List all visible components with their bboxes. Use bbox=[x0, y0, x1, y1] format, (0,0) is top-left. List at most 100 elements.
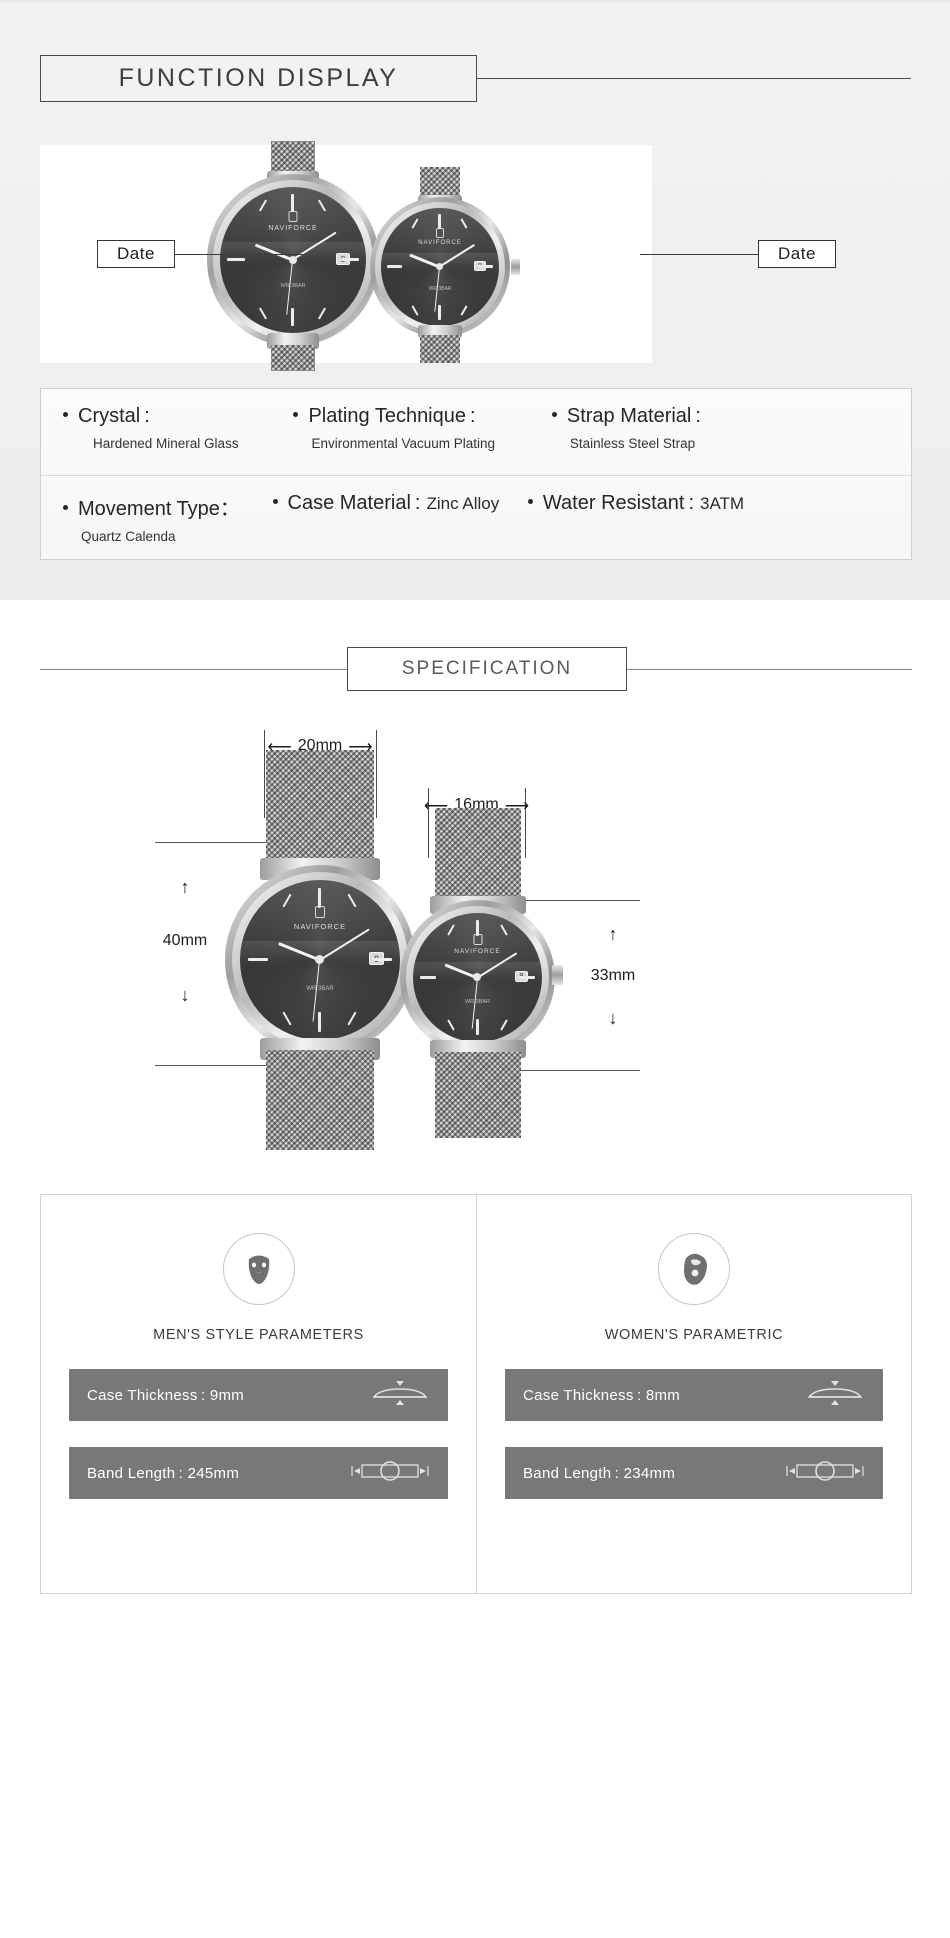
top-edge-divider bbox=[0, 0, 950, 4]
specification-title: SPECIFICATION bbox=[401, 658, 573, 679]
mens-case-height-dimension: ↑ 40mm ↓ bbox=[150, 878, 220, 1004]
bullet-icon bbox=[63, 505, 68, 510]
crown-icon bbox=[511, 259, 520, 275]
womens-watch-diagram: NAVIFORCE WR 3BAR 8 bbox=[400, 808, 563, 1138]
hour-index bbox=[460, 218, 468, 229]
beard-man-icon bbox=[222, 1233, 295, 1305]
crown-icon bbox=[552, 965, 563, 985]
spec-label: Plating Technique : bbox=[308, 405, 476, 427]
mesh-band-top bbox=[266, 750, 374, 865]
specification-header: SPECIFICATION bbox=[0, 647, 950, 691]
hour-index bbox=[258, 307, 268, 320]
hands-pin bbox=[473, 973, 481, 981]
hour-index bbox=[291, 308, 294, 326]
minute-hand bbox=[438, 243, 476, 268]
bullet-icon bbox=[63, 412, 68, 417]
hour-index bbox=[318, 1012, 321, 1032]
arrow-up-icon: ↑ bbox=[608, 924, 618, 944]
bullet-icon bbox=[272, 499, 278, 504]
hour-index bbox=[438, 214, 441, 229]
mesh-band-top bbox=[434, 808, 521, 903]
mens-case-diameter-label: 40mm bbox=[162, 932, 208, 949]
dial-brand-text: NAVIFORCE bbox=[454, 948, 501, 955]
date-window: 8 bbox=[474, 261, 486, 271]
hour-index bbox=[341, 258, 359, 261]
mesh-band-bottom bbox=[271, 345, 315, 371]
band-length-icon bbox=[348, 1456, 432, 1490]
naviforce-logo-icon bbox=[436, 228, 444, 238]
hour-index bbox=[438, 305, 441, 320]
product-detail-page: FUNCTION DISPLAY NAVIFORCE WR 3BAR 8 NAV… bbox=[0, 0, 950, 1938]
band-length-icon bbox=[783, 1456, 867, 1490]
material-spec-table: Crystal : Hardened Mineral Glass Plating… bbox=[40, 388, 912, 560]
spec-item-strap-material: Strap Material : Stainless Steel Strap bbox=[540, 389, 911, 475]
hour-index bbox=[447, 1019, 455, 1031]
date-callout-left: Date bbox=[97, 240, 175, 268]
spec-label: Water Resistant : bbox=[542, 492, 695, 514]
date-callout-right: Date bbox=[758, 240, 836, 268]
minute-hand bbox=[476, 952, 518, 979]
womens-band-length-label: Band Length : 234mm bbox=[523, 1464, 676, 1482]
mens-watch-diagram: NAVIFORCE WR 3BAR 8 bbox=[225, 750, 415, 1150]
hour-hand bbox=[444, 963, 479, 980]
mesh-band-bottom bbox=[420, 335, 460, 363]
womens-watch-illustration: NAVIFORCE WR 3BAR 8 bbox=[360, 167, 520, 363]
parameter-cards: MEN'S STYLE PARAMETERS Case Thickness : … bbox=[40, 1194, 912, 1594]
date-window: 8 bbox=[336, 253, 350, 265]
dial-wr-text: WR 3BAR bbox=[280, 283, 306, 289]
bullet-icon bbox=[527, 499, 533, 504]
mens-parameter-card: MEN'S STYLE PARAMETERS Case Thickness : … bbox=[41, 1195, 476, 1593]
bullet-icon bbox=[551, 412, 557, 417]
womens-case-thickness-row: Case Thickness : 8mm bbox=[505, 1369, 883, 1421]
mens-case-thickness-label: Case Thickness : 9mm bbox=[87, 1386, 245, 1404]
dial-brand-text: NAVIFORCE bbox=[268, 225, 318, 232]
dial-wr-text: WR 3BAR bbox=[306, 986, 334, 992]
arrow-down-icon: ↓ bbox=[180, 985, 190, 1005]
hour-hand bbox=[278, 942, 321, 962]
header-rule-left bbox=[40, 669, 347, 670]
naviforce-logo-icon bbox=[288, 211, 298, 222]
hands-pin bbox=[315, 955, 324, 964]
mens-band-length-label: Band Length : 245mm bbox=[87, 1464, 240, 1482]
hour-index bbox=[500, 924, 508, 936]
spec-value: Quartz Calenda bbox=[81, 529, 176, 544]
dial-brand-text: NAVIFORCE bbox=[293, 922, 347, 931]
minute-hand bbox=[291, 231, 337, 261]
hour-index bbox=[411, 305, 419, 316]
dial-wr-text: WR 3BAR bbox=[428, 286, 452, 292]
date-window: 8 bbox=[369, 952, 384, 965]
hour-index bbox=[227, 258, 245, 261]
dimension-diagram: ⟵ 20mm ⟶ ⟵ 16mm ⟶ ↑ 40mm ↓ ↑ 33mm ↓ NAVI… bbox=[0, 710, 950, 1170]
function-display-title-box: FUNCTION DISPLAY bbox=[40, 55, 477, 102]
hour-index bbox=[519, 976, 535, 979]
spec-item-movement-type: Movement Type： Quartz Calenda bbox=[41, 476, 265, 561]
hour-index bbox=[291, 194, 294, 212]
hour-index bbox=[347, 1011, 357, 1026]
spec-item-water-resistant: Water Resistant : 3ATM bbox=[520, 476, 911, 561]
date-window: 8 bbox=[515, 971, 528, 982]
arrow-up-icon: ↑ bbox=[180, 877, 190, 897]
mens-band-length-row: Band Length : 245mm bbox=[69, 1447, 448, 1499]
spec-value: 3ATM bbox=[700, 494, 745, 513]
hour-index bbox=[478, 265, 493, 268]
hour-index bbox=[248, 958, 268, 961]
woman-hair-icon bbox=[658, 1233, 730, 1305]
mens-card-title: MEN'S STYLE PARAMETERS bbox=[153, 1327, 364, 1343]
title-rule bbox=[477, 78, 911, 79]
hour-hand bbox=[409, 253, 441, 269]
watch-dial: NAVIFORCE WR 3BAR 8 bbox=[240, 880, 400, 1040]
watch-dial: NAVIFORCE WR 3BAR 8 bbox=[381, 208, 499, 326]
specification-title-box: SPECIFICATION bbox=[347, 647, 627, 691]
case-thickness-icon bbox=[368, 1378, 432, 1412]
hour-index bbox=[258, 199, 268, 212]
bullet-icon bbox=[293, 412, 299, 417]
mesh-band-bottom bbox=[266, 1050, 374, 1150]
spec-item-crystal: Crystal : Hardened Mineral Glass bbox=[41, 389, 283, 475]
date-callout-right-label: Date bbox=[778, 244, 816, 263]
spec-item-plating-technique: Plating Technique : Environmental Vacuum… bbox=[283, 389, 539, 475]
spec-value: Zinc Alloy bbox=[426, 494, 500, 513]
page-title: FUNCTION DISPLAY bbox=[118, 64, 399, 92]
hour-index bbox=[387, 265, 402, 268]
spec-row: Crystal : Hardened Mineral Glass Plating… bbox=[41, 389, 911, 475]
hour-index bbox=[476, 920, 479, 936]
